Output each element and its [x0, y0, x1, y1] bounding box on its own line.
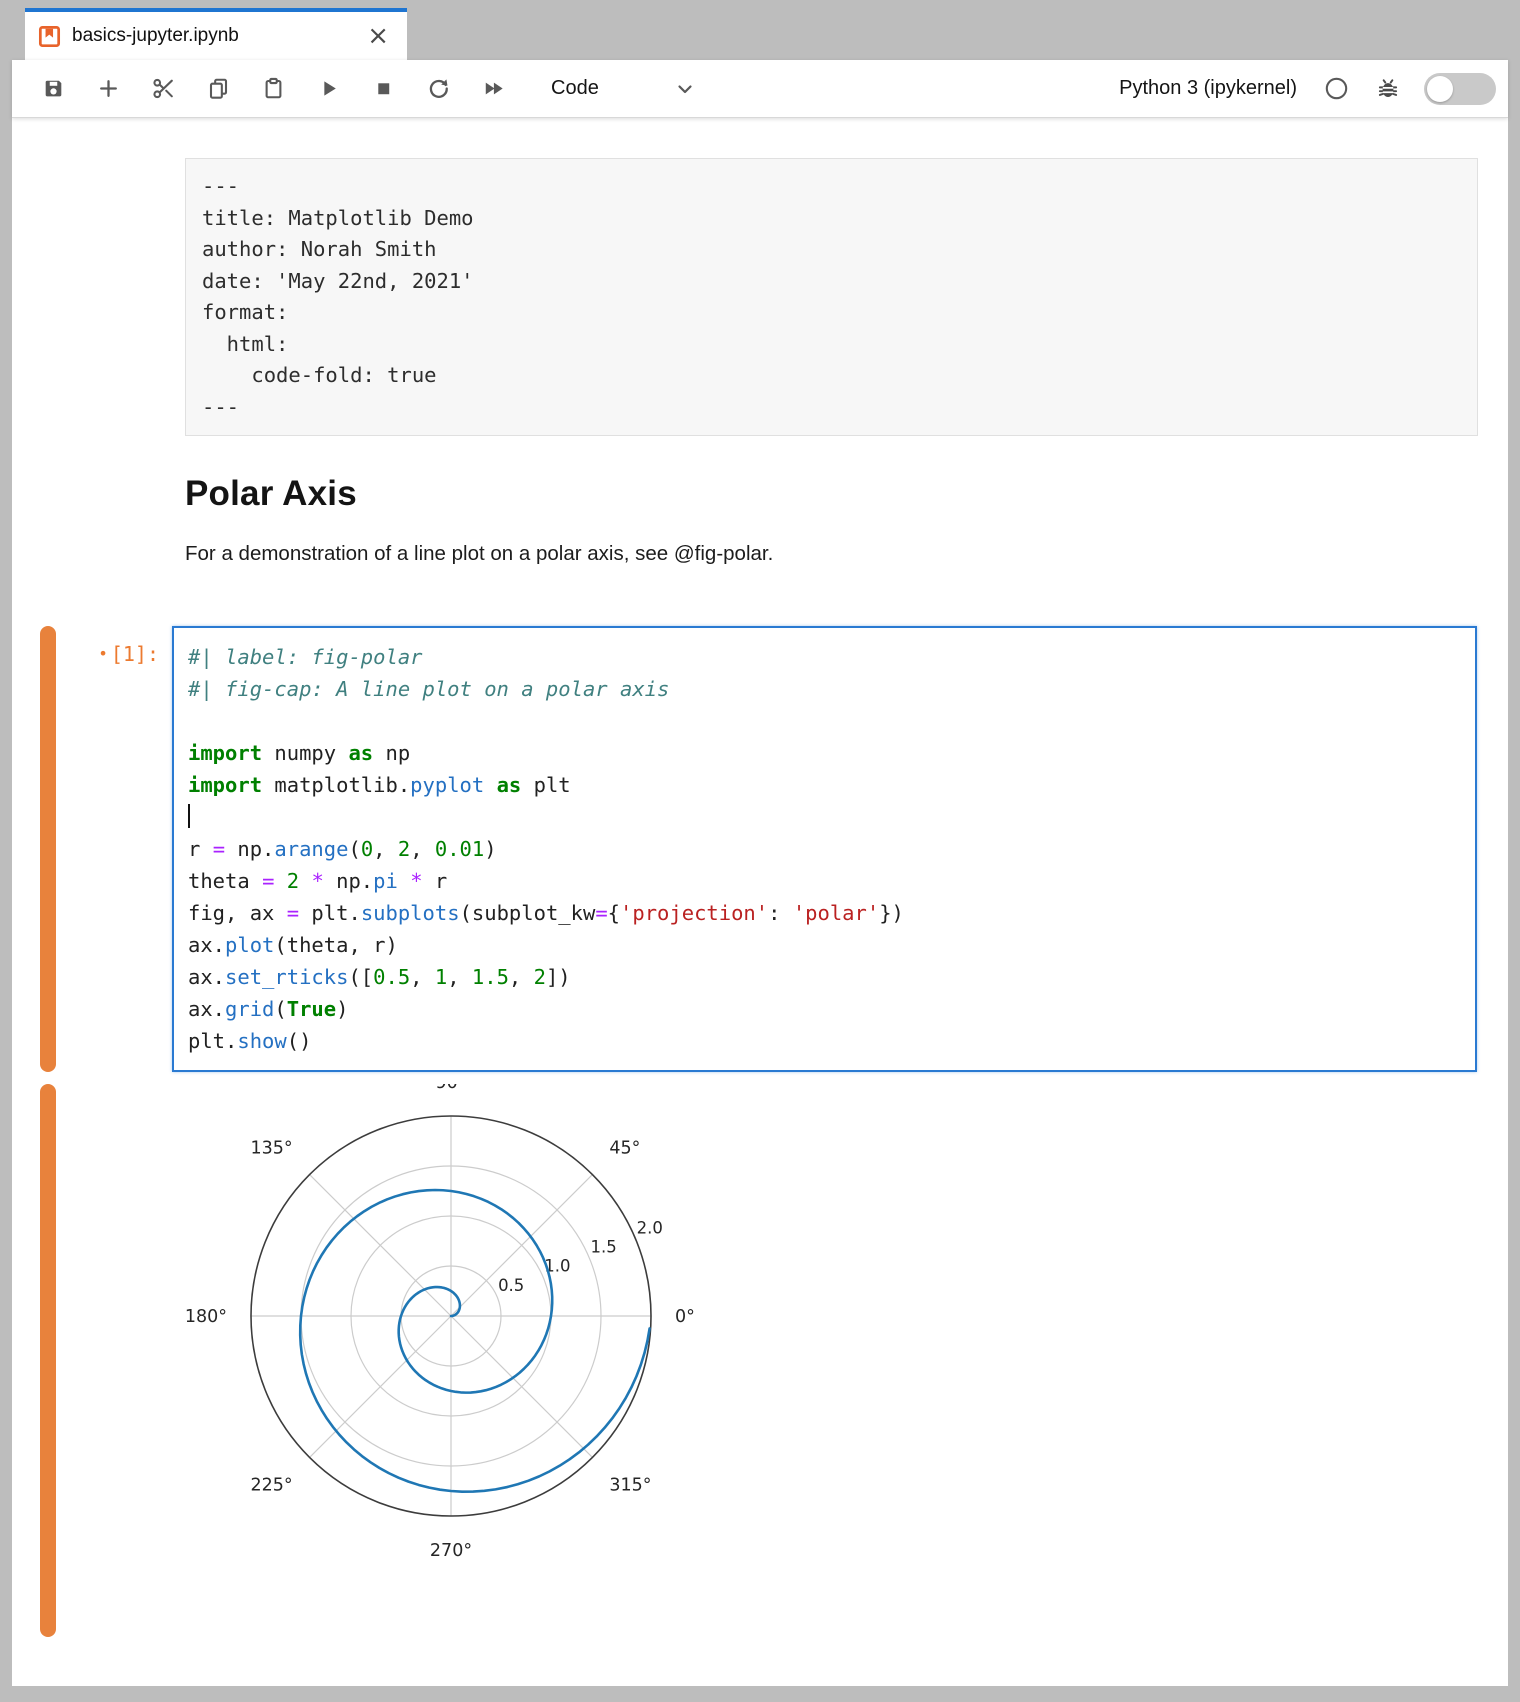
- code-line: #| label: fig-polar: [188, 641, 1461, 673]
- toolbar-right-group: Python 3 (ipykernel): [1119, 73, 1496, 105]
- bug-icon[interactable]: [1375, 76, 1401, 102]
- r-tick-label: 0.5: [498, 1276, 524, 1295]
- notebook-tab[interactable]: basics-jupyter.ipynb ×: [25, 8, 407, 60]
- kernel-status-icon: [1324, 76, 1349, 101]
- theta-tick-label: 45°: [609, 1139, 640, 1159]
- cut-cells-button[interactable]: [150, 76, 176, 102]
- polar-plot-figure: 0°45°90°135°180°225°270°315°0.51.01.52.0: [156, 1084, 746, 1562]
- notebook-content: --- title: Matplotlib Demo author: Norah…: [12, 118, 1508, 1686]
- output-area: 0°45°90°135°180°225°270°315°0.51.01.52.0: [56, 1084, 1508, 1637]
- code-line: [188, 801, 1461, 833]
- theta-tick-label: 180°: [185, 1307, 227, 1327]
- notebook-toolbar: Code Python 3 (ipykernel): [12, 60, 1508, 118]
- code-line: import numpy as np: [188, 737, 1461, 769]
- run-cell-button[interactable]: [315, 76, 341, 102]
- tab-title: basics-jupyter.ipynb: [72, 25, 363, 47]
- code-line: ax.grid(True): [188, 993, 1461, 1025]
- fast-forward-icon: [481, 76, 506, 101]
- interrupt-kernel-button[interactable]: [370, 76, 396, 102]
- theta-tick-label: 135°: [250, 1139, 292, 1159]
- cell-type-select[interactable]: Code: [551, 77, 697, 101]
- plus-icon: [96, 76, 121, 101]
- theta-tick-label: 225°: [250, 1475, 292, 1495]
- output-cell-row: 0°45°90°135°180°225°270°315°0.51.01.52.0: [12, 1084, 1508, 1637]
- code-line: [188, 705, 1461, 737]
- copy-cells-button[interactable]: [205, 76, 231, 102]
- notebook-file-icon: [37, 24, 62, 49]
- close-icon[interactable]: ×: [363, 23, 393, 49]
- code-line: import matplotlib.pyplot as plt: [188, 769, 1461, 801]
- markdown-heading: Polar Axis: [185, 474, 1478, 514]
- code-line: fig, ax = plt.subplots(subplot_kw={'proj…: [188, 897, 1461, 929]
- theta-tick-label: 270°: [430, 1541, 472, 1561]
- code-line: #| fig-cap: A line plot on a polar axis: [188, 673, 1461, 705]
- theta-tick-label: 90°: [435, 1084, 466, 1093]
- text-cursor: [188, 804, 190, 828]
- save-button[interactable]: [40, 76, 66, 102]
- tab-bar: basics-jupyter.ipynb ×: [12, 8, 1508, 60]
- run-icon: [316, 76, 341, 101]
- restart-icon: [426, 76, 451, 101]
- scissors-icon: [151, 76, 176, 101]
- toggle-knob: [1427, 76, 1453, 102]
- code-line: ax.plot(theta, r): [188, 929, 1461, 961]
- execution-bullet: •: [98, 644, 108, 663]
- kernel-name[interactable]: Python 3 (ipykernel): [1119, 77, 1297, 100]
- output-collapser-bar[interactable]: [40, 1084, 56, 1637]
- simple-interface-toggle[interactable]: [1424, 73, 1496, 105]
- paste-icon: [261, 76, 286, 101]
- chevron-down-icon: [673, 77, 697, 101]
- run-all-cells-button[interactable]: [480, 76, 506, 102]
- markdown-paragraph: For a demonstration of a line plot on a …: [185, 542, 1478, 566]
- input-collapser-bar[interactable]: [40, 626, 56, 1072]
- save-icon: [41, 76, 66, 101]
- code-editor[interactable]: #| label: fig-polar#| fig-cap: A line pl…: [172, 626, 1477, 1072]
- execution-count: •[1]:: [56, 626, 172, 1072]
- raw-frontmatter-cell[interactable]: --- title: Matplotlib Demo author: Norah…: [185, 158, 1478, 436]
- insert-cell-button[interactable]: [95, 76, 121, 102]
- r-tick-label: 1.5: [590, 1238, 616, 1257]
- paste-cells-button[interactable]: [260, 76, 286, 102]
- theta-tick-label: 0°: [675, 1307, 695, 1327]
- code-line: plt.show(): [188, 1025, 1461, 1057]
- code-cell-row: •[1]: #| label: fig-polar#| fig-cap: A l…: [12, 626, 1508, 1072]
- code-line: r = np.arange(0, 2, 0.01): [188, 833, 1461, 865]
- code-line: theta = 2 * np.pi * r: [188, 865, 1461, 897]
- restart-kernel-button[interactable]: [425, 76, 451, 102]
- cell-type-value: Code: [551, 77, 599, 100]
- execution-label: [1]:: [111, 642, 159, 666]
- jupyterlab-window: basics-jupyter.ipynb ×: [12, 8, 1508, 1686]
- stop-icon: [371, 76, 396, 101]
- theta-tick-label: 315°: [609, 1475, 651, 1495]
- code-line: ax.set_rticks([0.5, 1, 1.5, 2]): [188, 961, 1461, 993]
- r-tick-label: 2.0: [637, 1218, 663, 1237]
- copy-icon: [206, 76, 231, 101]
